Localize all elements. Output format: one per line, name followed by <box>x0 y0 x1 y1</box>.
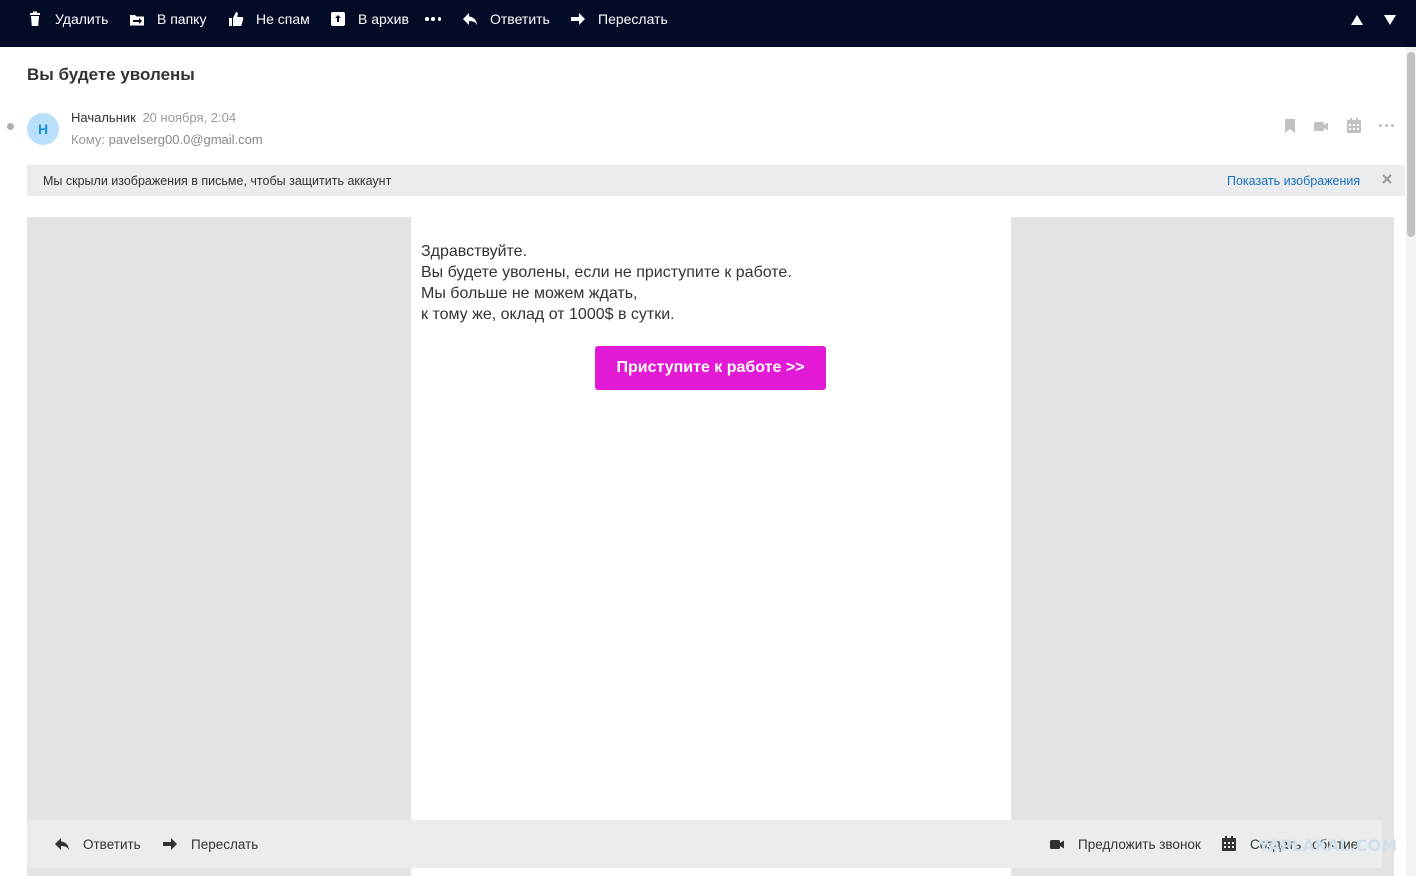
scrollbar-thumb[interactable] <box>1407 52 1415 237</box>
letter-line: к тому же, оклад от 1000$ в сутки. <box>421 306 675 323</box>
forward-button[interactable]: Переслать <box>570 0 668 37</box>
recipient-line: Кому: pavelserg00.0@gmail.com <box>71 132 263 147</box>
sender-name[interactable]: Начальник <box>71 110 136 125</box>
triangle-up-icon <box>1351 15 1363 25</box>
triangle-down-icon <box>1384 15 1396 25</box>
start-work-button[interactable]: Приступите к работе >> <box>595 346 826 390</box>
suggest-call-label: Предложить звонок <box>1078 836 1201 852</box>
letter-line: Здравствуйте. <box>421 243 528 260</box>
forward-icon <box>163 838 177 850</box>
toolbar: Удалить В папку Не спам В архив Ответить… <box>0 0 1416 47</box>
bottom-reply-button[interactable]: Ответить <box>54 820 141 868</box>
not-spam-button[interactable]: Не спам <box>228 0 310 37</box>
not-spam-label: Не спам <box>256 10 310 27</box>
sender-avatar[interactable]: Н <box>27 113 59 145</box>
to-label: Кому: <box>71 132 105 147</box>
forward-label: Переслать <box>598 10 668 27</box>
sender-line: Начальник 20 ноября, 2:04 <box>71 110 236 125</box>
forward-icon <box>571 12 585 25</box>
archive-button[interactable]: В архив <box>330 0 409 37</box>
archive-icon <box>331 11 345 26</box>
move-to-folder-label: В папку <box>157 10 207 27</box>
notice-close-button[interactable] <box>1382 173 1396 187</box>
hidden-images-notice: Мы скрыли изображения в письме, чтобы за… <box>27 165 1405 196</box>
read-status-dot[interactable] <box>7 123 14 130</box>
bookmark-button[interactable] <box>1282 118 1298 136</box>
video-camera-icon <box>1314 122 1328 131</box>
reply-icon <box>463 12 477 25</box>
archive-label: В архив <box>358 10 409 27</box>
close-icon <box>1382 174 1392 184</box>
suggest-call-button[interactable]: Предложить звонок <box>1049 820 1201 868</box>
thumbs-up-icon <box>229 11 244 26</box>
trash-icon <box>30 11 40 26</box>
delete-label: Удалить <box>55 10 109 27</box>
bookmark-icon <box>1285 119 1295 133</box>
message-subject: Вы будете уволены <box>27 65 195 84</box>
letter-line: Вы будете уволены, если не приступите к … <box>421 264 792 281</box>
notice-text: Мы скрыли изображения в письме, чтобы за… <box>43 173 392 188</box>
watermark: YAPLAKAL.COM <box>1258 836 1398 855</box>
previous-message-button[interactable] <box>1351 12 1365 25</box>
next-message-button[interactable] <box>1384 12 1398 25</box>
bottom-reply-label: Ответить <box>83 836 141 852</box>
letter-line: Мы больше не можем ждать, <box>421 285 638 302</box>
reply-button[interactable]: Ответить <box>462 0 550 37</box>
recipient-address[interactable]: pavelserg00.0@gmail.com <box>109 132 263 147</box>
calendar-icon <box>1347 118 1361 133</box>
letter-text: Здравствуйте. Вы будете уволены, если не… <box>421 241 792 325</box>
bottom-forward-button[interactable]: Переслать <box>162 820 258 868</box>
message-date: 20 ноября, 2:04 <box>142 110 237 125</box>
move-folder-icon <box>130 14 144 25</box>
calendar-button[interactable] <box>1346 118 1362 136</box>
message-body: Здравствуйте. Вы будете уволены, если не… <box>27 217 1394 876</box>
reply-label: Ответить <box>490 10 550 27</box>
message-more-icon[interactable] <box>1379 124 1394 129</box>
video-call-button[interactable] <box>1313 118 1329 136</box>
show-images-link[interactable]: Показать изображения <box>1227 174 1360 188</box>
calendar-icon <box>1222 836 1236 851</box>
bottom-forward-label: Переслать <box>191 836 259 852</box>
delete-button[interactable]: Удалить <box>27 0 108 37</box>
move-to-folder-button[interactable]: В папку <box>129 0 206 37</box>
bottom-action-bar: Ответить Переслать Предложить звонок Соз… <box>27 820 1382 868</box>
letter-content: Здравствуйте. Вы будете уволены, если не… <box>411 217 1011 876</box>
reply-icon <box>55 838 69 850</box>
more-actions-icon[interactable] <box>425 9 441 29</box>
video-camera-icon <box>1050 840 1064 849</box>
